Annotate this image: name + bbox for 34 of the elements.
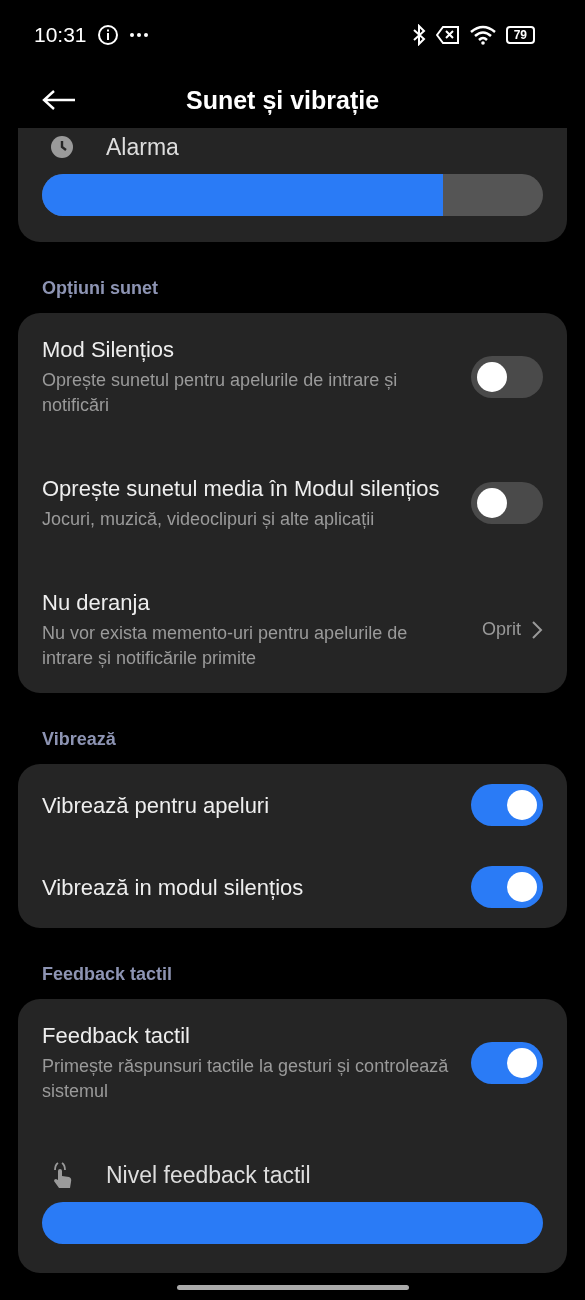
bluetooth-icon (411, 24, 426, 46)
page-title: Sunet și vibrație (186, 85, 380, 115)
slider-label: Alarma (106, 133, 179, 161)
setting-description: Oprește sunetul pentru apelurile de intrare și notificări (42, 369, 399, 417)
level-slider[interactable] (42, 1202, 543, 1244)
battery-indicator: 79 (505, 26, 535, 44)
section-title: Vibrează (41, 728, 117, 751)
info-icon (96, 24, 119, 46)
toggle-switch[interactable] (471, 355, 543, 398)
setting-description: Primește răspunsuri tactile la gesturi și controlează sistemul (42, 1055, 450, 1103)
toggle-switch[interactable] (471, 866, 543, 908)
more-icon (128, 32, 149, 38)
status-time: 10:31 (34, 23, 87, 47)
toggle-switch[interactable] (471, 784, 543, 826)
setting-description: Jocuri, muzică, videoclipuri și alte aplicații (42, 508, 376, 531)
setting-description: Nu vor exista memento-uri pentru apelurile de intrare și notificările primite (42, 622, 409, 670)
toggle-switch[interactable] (471, 1041, 543, 1084)
no-sim-icon (435, 26, 460, 44)
setting-value[interactable]: Oprit (482, 619, 521, 640)
setting-title: Vibrează pentru apeluri (42, 791, 271, 820)
volume-slider[interactable] (42, 174, 543, 216)
section-title: Opțiuni sunet (41, 277, 159, 300)
setting-title: Oprește sunetul media în Modul silențios (42, 475, 441, 503)
section-title: Feedback tactil (41, 963, 174, 986)
setting-title: Feedback tactil (42, 1022, 191, 1050)
setting-title: Vibrează in modul silențios (42, 873, 305, 902)
setting-title: Mod Silențios (42, 336, 176, 364)
clock-icon (50, 135, 74, 159)
toggle-switch[interactable] (471, 482, 543, 524)
chevron-icon (531, 619, 543, 640)
wifi-icon (469, 25, 496, 45)
slider-label: Nivel feedback tactil (106, 1161, 311, 1189)
setting-title: Nu deranja (42, 589, 151, 617)
back-button[interactable] (42, 89, 76, 111)
